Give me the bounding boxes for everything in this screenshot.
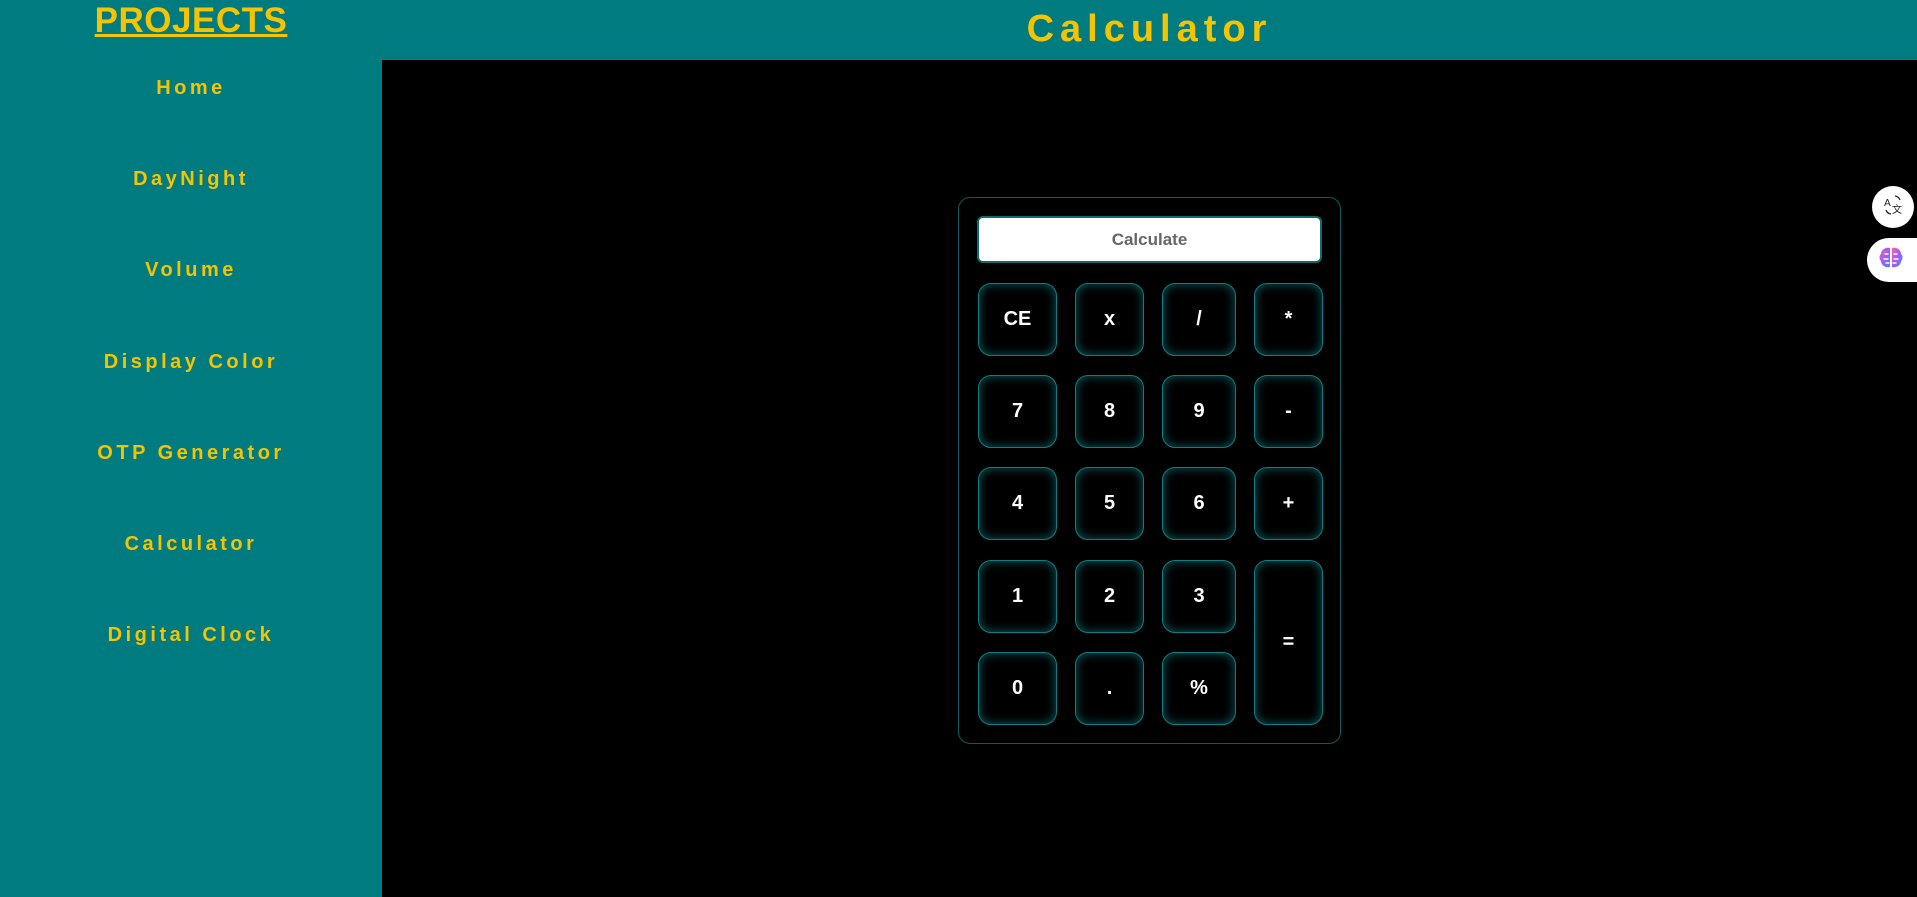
- key-6[interactable]: 6: [1162, 467, 1236, 540]
- sidebar-item-volume[interactable]: Volume: [0, 250, 382, 290]
- key-x[interactable]: x: [1075, 283, 1144, 356]
- brand-link[interactable]: PROJECTS: [0, 0, 382, 42]
- key-4[interactable]: 4: [978, 467, 1057, 540]
- sidebar-item-calculator[interactable]: Calculator: [0, 524, 382, 564]
- sidebar-item-display-color[interactable]: Display Color: [0, 342, 382, 382]
- brain-icon: [1877, 245, 1905, 276]
- header-bar: Calculator: [382, 0, 1917, 60]
- sidebar-item-otp-generator[interactable]: OTP Generator: [0, 433, 382, 473]
- key-0[interactable]: 0: [978, 652, 1057, 725]
- key-7[interactable]: 7: [978, 375, 1057, 448]
- key-9[interactable]: 9: [1162, 375, 1236, 448]
- key-equals[interactable]: =: [1254, 560, 1323, 725]
- key-plus[interactable]: +: [1254, 467, 1323, 540]
- calculator-display-input[interactable]: [977, 216, 1322, 263]
- assistant-launcher[interactable]: [1867, 238, 1917, 282]
- key-3[interactable]: 3: [1162, 560, 1236, 633]
- svg-text:A: A: [1884, 198, 1891, 209]
- svg-text:文: 文: [1892, 203, 1902, 216]
- key-multiply[interactable]: *: [1254, 283, 1323, 356]
- sidebar-item-daynight[interactable]: DayNight: [0, 159, 382, 199]
- key-1[interactable]: 1: [978, 560, 1057, 633]
- translate-button[interactable]: A 文: [1872, 186, 1914, 228]
- key-8[interactable]: 8: [1075, 375, 1144, 448]
- sidebar: PROJECTS Home DayNight Volume Display Co…: [0, 0, 382, 897]
- page-title: Calculator: [1026, 8, 1273, 50]
- sidebar-item-home[interactable]: Home: [0, 68, 382, 108]
- app-window: PROJECTS Home DayNight Volume Display Co…: [0, 0, 1917, 897]
- key-divide[interactable]: /: [1162, 283, 1236, 356]
- key-2[interactable]: 2: [1075, 560, 1144, 633]
- key-percent[interactable]: %: [1162, 652, 1236, 725]
- sidebar-item-digital-clock[interactable]: Digital Clock: [0, 615, 382, 655]
- key-minus[interactable]: -: [1254, 375, 1323, 448]
- key-dot[interactable]: .: [1075, 652, 1144, 725]
- key-5[interactable]: 5: [1075, 467, 1144, 540]
- key-ce[interactable]: CE: [978, 283, 1057, 356]
- translate-icon: A 文: [1882, 194, 1904, 221]
